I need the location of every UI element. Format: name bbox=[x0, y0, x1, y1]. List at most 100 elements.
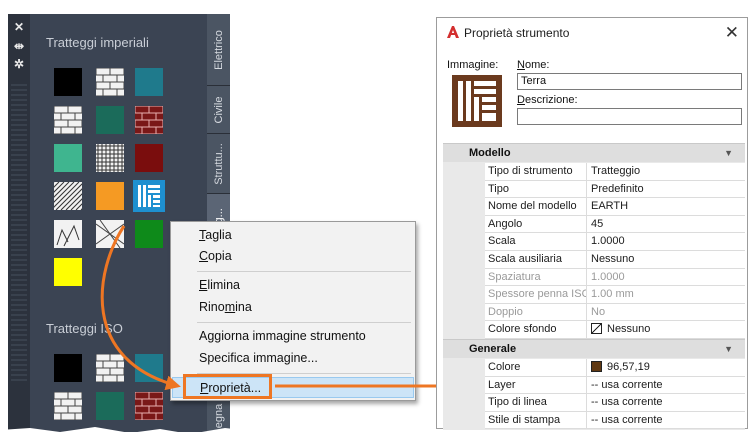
hatch-tool-swatch[interactable] bbox=[135, 144, 163, 172]
property-row[interactable]: Nome del modello EARTH bbox=[485, 198, 745, 216]
close-icon[interactable]: ✕ bbox=[12, 20, 26, 34]
property-value-text: 1.00 mm bbox=[591, 288, 634, 301]
tab-elettrico[interactable]: Elettrico bbox=[207, 14, 230, 86]
description-label: Descrizione: bbox=[517, 94, 578, 106]
menu-item-copy[interactable]: Copia bbox=[172, 246, 414, 267]
property-value[interactable]: 1.0000 bbox=[589, 233, 745, 250]
name-field[interactable]: Terra bbox=[517, 73, 742, 90]
hatch-tool-swatch[interactable] bbox=[135, 354, 163, 382]
earth-hatch-preview-icon[interactable] bbox=[452, 75, 502, 127]
property-name: Tipo di linea bbox=[485, 394, 587, 411]
hatch-tool-swatch[interactable] bbox=[25, 181, 110, 211]
menu-item-specify-image[interactable]: Specifica immagine... bbox=[172, 348, 414, 369]
category-generale[interactable]: Generale ▼ bbox=[443, 339, 745, 358]
hatch-tool-swatch[interactable] bbox=[96, 144, 124, 172]
menu-item-rename[interactable]: Rinomina bbox=[172, 297, 414, 318]
property-value-text: No bbox=[591, 305, 606, 318]
hatch-tool-swatch[interactable] bbox=[96, 182, 124, 210]
menu-item-update-image[interactable]: Aggiorna immagine strumento bbox=[172, 326, 414, 347]
menu-separator bbox=[197, 322, 411, 323]
properties-highlight-box bbox=[183, 374, 272, 399]
palette-grip[interactable] bbox=[11, 84, 27, 384]
property-value[interactable]: -- usa corrente bbox=[589, 412, 745, 429]
property-value[interactable]: Nessuno bbox=[589, 321, 745, 338]
name-label: Nome: bbox=[517, 59, 550, 71]
settings-icon[interactable]: ✲ bbox=[12, 57, 26, 71]
property-value[interactable]: 96,57,19 bbox=[589, 359, 745, 376]
property-value-text: Nessuno bbox=[591, 253, 635, 265]
property-row[interactable]: Scala 1.0000 bbox=[485, 233, 745, 251]
property-value-text: Nessuno bbox=[607, 323, 651, 336]
hatch-tool-swatch[interactable] bbox=[54, 68, 82, 96]
property-value[interactable]: 45 bbox=[589, 216, 745, 233]
property-value[interactable]: Nessuno bbox=[589, 251, 745, 268]
dialog-titlebar: Proprietà strumento ✕ bbox=[437, 18, 747, 48]
property-row[interactable]: Colore 96,57,19 bbox=[485, 359, 745, 377]
hatch-tool-swatch[interactable] bbox=[96, 106, 124, 134]
property-value[interactable]: Predefinito bbox=[589, 181, 745, 198]
hatch-tool-swatch[interactable] bbox=[134, 391, 164, 421]
menu-item-delete[interactable]: Elimina bbox=[172, 275, 414, 296]
image-label: Immagine: bbox=[447, 59, 499, 71]
color-swatch-icon bbox=[591, 361, 602, 372]
earth-hatch-tool-icon[interactable] bbox=[133, 180, 165, 212]
property-row[interactable]: Layer -- usa corrente bbox=[485, 376, 745, 395]
category-modello[interactable]: Modello ▼ bbox=[443, 143, 745, 162]
property-row[interactable]: Stile di stampa -- usa corrente bbox=[485, 411, 745, 430]
property-value[interactable]: EARTH bbox=[589, 198, 745, 215]
property-value-text: EARTH bbox=[591, 200, 629, 213]
hatch-tool-swatch[interactable] bbox=[96, 392, 124, 420]
property-row[interactable]: Spaziatura 1.0000 bbox=[485, 268, 745, 287]
property-name: Tipo di strumento bbox=[485, 163, 587, 180]
property-value[interactable]: Tratteggio bbox=[589, 163, 745, 180]
autocad-icon bbox=[447, 26, 459, 38]
property-name: Layer bbox=[485, 376, 587, 394]
no-color-swatch-icon bbox=[591, 323, 602, 335]
property-value[interactable]: 1.00 mm bbox=[589, 286, 745, 303]
hatch-tool-swatch[interactable] bbox=[53, 391, 83, 421]
property-row[interactable]: Spessore penna ISO 1.00 mm bbox=[485, 286, 745, 304]
property-name: Spaziatura bbox=[485, 268, 587, 286]
dialog-title: Proprietà strumento bbox=[464, 26, 570, 40]
property-value[interactable]: -- usa corrente bbox=[589, 394, 745, 411]
property-value-text: 96,57,19 bbox=[607, 361, 650, 373]
property-name: Stile di stampa bbox=[485, 411, 587, 429]
property-name: Tipo bbox=[485, 180, 587, 198]
tab-strutture[interactable]: Struttu... bbox=[207, 134, 230, 194]
property-value-text: 1.0000 bbox=[591, 270, 625, 283]
property-value[interactable]: No bbox=[589, 304, 745, 321]
palette-titlebar: ✕ ⇹ ✲ bbox=[8, 14, 30, 432]
hatch-tool-swatch[interactable] bbox=[53, 105, 83, 135]
property-name: Colore bbox=[485, 359, 587, 376]
hatch-tool-swatch[interactable] bbox=[54, 354, 82, 382]
property-row[interactable]: Colore sfondo Nessuno bbox=[485, 321, 745, 339]
hatch-tool-swatch[interactable] bbox=[135, 68, 163, 96]
hatch-tool-swatch[interactable] bbox=[95, 67, 125, 97]
property-value-text: -- usa corrente bbox=[591, 396, 663, 409]
property-row[interactable]: Scala ausiliaria Nessuno bbox=[485, 251, 745, 269]
description-field[interactable] bbox=[517, 108, 742, 125]
tab-civile[interactable]: Civile bbox=[207, 86, 230, 134]
property-row[interactable]: Tipo di strumento Tratteggio bbox=[485, 163, 745, 181]
property-value-text: Predefinito bbox=[591, 182, 644, 195]
property-value[interactable]: 1.0000 bbox=[589, 269, 745, 286]
property-row[interactable]: Tipo di linea -- usa corrente bbox=[485, 394, 745, 412]
hatch-tool-swatch[interactable] bbox=[95, 353, 125, 383]
property-row[interactable]: Tipo Predefinito bbox=[485, 180, 745, 199]
pin-icon[interactable]: ⇹ bbox=[12, 39, 26, 53]
property-value-text: Tratteggio bbox=[591, 165, 641, 177]
hatch-tool-swatch[interactable] bbox=[135, 220, 163, 248]
property-value[interactable]: -- usa corrente bbox=[589, 377, 745, 394]
property-row[interactable]: Angolo 45 bbox=[485, 215, 745, 234]
tool-properties-dialog: Proprietà strumento ✕ Immagine: Nome: Te… bbox=[436, 17, 748, 430]
hatch-tool-swatch[interactable] bbox=[134, 105, 164, 135]
hatch-tool-swatch[interactable] bbox=[54, 144, 82, 172]
close-icon[interactable]: ✕ bbox=[725, 23, 739, 43]
menu-item-cut[interactable]: Taglia bbox=[172, 225, 414, 246]
hatch-tool-swatch[interactable] bbox=[54, 258, 82, 286]
property-name: Spessore penna ISO bbox=[485, 286, 587, 303]
hatch-tool-swatch[interactable] bbox=[54, 220, 82, 248]
property-row[interactable]: Doppio No bbox=[485, 303, 745, 322]
hatch-tool-swatch[interactable] bbox=[95, 219, 125, 249]
property-name: Scala ausiliaria bbox=[485, 251, 587, 268]
